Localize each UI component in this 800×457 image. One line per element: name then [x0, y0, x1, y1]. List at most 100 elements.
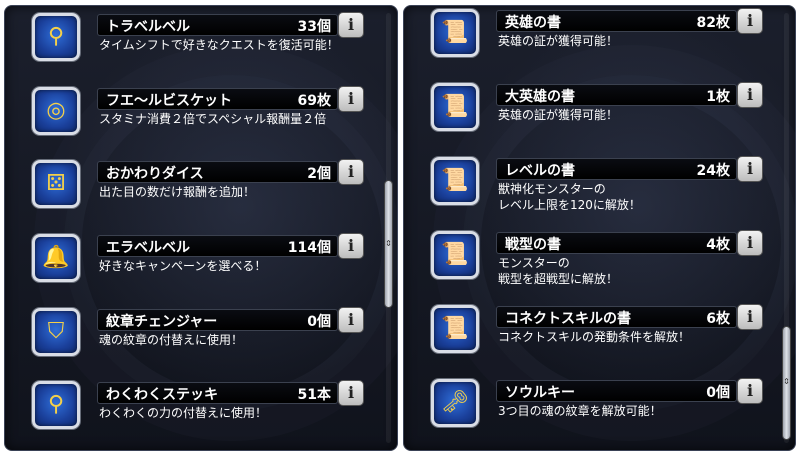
item-name: フエ～ルビスケット	[106, 93, 232, 109]
item-count: 0個	[307, 314, 331, 330]
item-count: 69枚	[297, 93, 331, 109]
item-description-line: わくわくの力の付替えに使用！	[99, 406, 268, 420]
scroll-great-hero-icon: 📜	[431, 83, 479, 131]
item-row[interactable]: ⚄ おかわりダイス 2個 i 出た目の数だけ報酬を追加！	[4, 158, 384, 228]
item-row[interactable]: 📜 戦型の書 4枚 i モンスターの戦型を超戦型に解放！	[403, 229, 783, 299]
item-description-line: 3つ目の魂の紋章を解放可能！	[498, 404, 662, 418]
scroll-connect-icon: 📜	[431, 305, 479, 353]
item-name: わくわくステッキ	[106, 387, 218, 403]
item-list-panel-right: 📜 英雄の書 82枚 i 英雄の証が獲得可能！ 📜 大英雄の書 1枚 i 英雄の…	[403, 5, 796, 451]
item-row[interactable]: ⛉ 紋章チェンジャー 0個 i 魂の紋章の付替えに使用！	[4, 306, 384, 376]
item-description: 魂の紋章の付替えに使用！	[99, 332, 243, 348]
item-count: 82枚	[696, 15, 730, 31]
item-name: コネクトスキルの書	[505, 311, 631, 327]
info-button[interactable]: i	[338, 233, 364, 259]
item-count: 2個	[307, 166, 331, 182]
bell-staff-icon: ⚲	[32, 13, 80, 61]
bell-icon: 🔔	[32, 234, 80, 282]
item-description: モンスターの戦型を超戦型に解放！	[498, 255, 618, 287]
item-name-bar: エラベルベル 114個	[97, 235, 338, 257]
scrollbar-thumb-left[interactable]: ⇕	[385, 181, 392, 307]
item-count: 6枚	[706, 311, 730, 327]
item-count: 0個	[706, 385, 730, 401]
item-row[interactable]: ⚲ わくわくステッキ 51本 i わくわくの力の付替えに使用！	[4, 379, 384, 449]
item-name: 戦型の書	[505, 237, 561, 253]
dice-icon: ⚄	[32, 160, 80, 208]
item-name-bar: 紋章チェンジャー 0個	[97, 309, 338, 331]
item-count: 1枚	[706, 89, 730, 105]
info-button[interactable]: i	[737, 304, 763, 330]
item-row[interactable]: ⚲ トラベルベル 33個 i タイムシフトで好きなクエストを復活可能！	[4, 11, 384, 81]
item-name-bar: 戦型の書 4枚	[496, 232, 737, 254]
item-name: レベルの書	[505, 163, 575, 179]
item-description-line: スタミナ消費２倍でスペシャル報酬量２倍	[99, 112, 327, 126]
item-name-bar: フエ～ルビスケット 69枚	[97, 88, 338, 110]
item-count: 24枚	[696, 163, 730, 179]
info-button[interactable]: i	[737, 230, 763, 256]
item-description: タイムシフトで好きなクエストを復活可能！	[99, 37, 339, 53]
item-description-line: モンスターの	[498, 256, 570, 270]
info-button[interactable]: i	[737, 378, 763, 404]
item-description: スタミナ消費２倍でスペシャル報酬量２倍	[99, 111, 326, 127]
item-name-bar: おかわりダイス 2個	[97, 161, 338, 183]
item-row[interactable]: 🔔 エラベルベル 114個 i 好きなキャンペーンを選べる！	[4, 232, 384, 302]
info-button[interactable]: i	[737, 156, 763, 182]
item-name: トラベルベル	[106, 19, 190, 35]
item-description-line: 好きなキャンペーンを選べる！	[99, 259, 267, 273]
scrollbar-thumb-right[interactable]: ⇕	[783, 327, 790, 439]
item-row[interactable]: 📜 コネクトスキルの書 6枚 i コネクトスキルの発動条件を解放！	[403, 303, 783, 373]
item-row[interactable]: ◎ フエ～ルビスケット 69枚 i スタミナ消費２倍でスペシャル報酬量２倍	[4, 85, 384, 155]
item-count: 51本	[297, 387, 331, 403]
item-count: 114個	[287, 240, 331, 256]
item-row[interactable]: 📜 大英雄の書 1枚 i 英雄の証が獲得可能！	[403, 81, 783, 151]
item-description-line: 出た目の数だけ報酬を追加！	[99, 185, 256, 199]
item-description-line: 戦型を超戦型に解放！	[498, 272, 619, 286]
item-name: おかわりダイス	[106, 166, 204, 182]
crest-changer-icon: ⛉	[32, 308, 80, 356]
item-description-line: 英雄の証が獲得可能！	[498, 108, 619, 122]
item-description-line: 英雄の証が獲得可能！	[498, 34, 619, 48]
info-button[interactable]: i	[338, 159, 364, 185]
item-description: 獣神化モンスターのレベル上限を120に解放！	[498, 181, 641, 213]
item-count: 4枚	[706, 237, 730, 253]
item-description: わくわくの力の付替えに使用！	[99, 405, 267, 421]
scroll-level-icon: 📜	[431, 157, 479, 205]
item-description: 英雄の証が獲得可能！	[498, 107, 618, 123]
biscuit-icon: ◎	[32, 87, 80, 135]
scroll-form-icon: 📜	[431, 231, 479, 279]
wand-icon: ⚲	[32, 381, 80, 429]
item-description: 英雄の証が獲得可能！	[498, 33, 618, 49]
item-name-bar: トラベルベル 33個	[97, 14, 338, 36]
item-description-line: 魂の紋章の付替えに使用！	[99, 333, 244, 347]
item-row[interactable]: 🗝 ソウルキー 0個 i 3つ目の魂の紋章を解放可能！	[403, 377, 783, 447]
item-name: 大英雄の書	[505, 89, 575, 105]
item-list-panel-left: ⚲ トラベルベル 33個 i タイムシフトで好きなクエストを復活可能！ ◎ フエ…	[4, 5, 398, 451]
item-description: 3つ目の魂の紋章を解放可能！	[498, 403, 662, 419]
scroll-grip-icon: ⇕	[783, 377, 790, 386]
item-name: ソウルキー	[505, 385, 575, 401]
item-name-bar: ソウルキー 0個	[496, 380, 737, 402]
item-name: 紋章チェンジャー	[106, 314, 218, 330]
info-button[interactable]: i	[338, 380, 364, 406]
item-name-bar: レベルの書 24枚	[496, 158, 737, 180]
item-description-line: 獣神化モンスターの	[498, 182, 606, 196]
item-row[interactable]: 📜 英雄の書 82枚 i 英雄の証が獲得可能！	[403, 7, 783, 77]
item-row[interactable]: 📜 レベルの書 24枚 i 獣神化モンスターのレベル上限を120に解放！	[403, 155, 783, 225]
item-name-bar: コネクトスキルの書 6枚	[496, 306, 737, 328]
item-name-bar: 大英雄の書 1枚	[496, 84, 737, 106]
item-name-bar: わくわくステッキ 51本	[97, 382, 338, 404]
item-name: 英雄の書	[505, 15, 561, 31]
item-description-line: タイムシフトで好きなクエストを復活可能！	[99, 38, 339, 52]
item-name-bar: 英雄の書 82枚	[496, 10, 737, 32]
item-description-line: レベル上限を120に解放！	[498, 198, 641, 212]
info-button[interactable]: i	[338, 12, 364, 38]
info-button[interactable]: i	[338, 307, 364, 333]
info-button[interactable]: i	[737, 82, 763, 108]
item-count: 33個	[297, 19, 331, 35]
item-description-line: コネクトスキルの発動条件を解放！	[498, 330, 691, 344]
item-description: 好きなキャンペーンを選べる！	[99, 258, 266, 274]
soul-key-icon: 🗝	[431, 379, 479, 427]
info-button[interactable]: i	[338, 86, 364, 112]
info-button[interactable]: i	[737, 8, 763, 34]
scroll-hero-icon: 📜	[431, 9, 479, 57]
